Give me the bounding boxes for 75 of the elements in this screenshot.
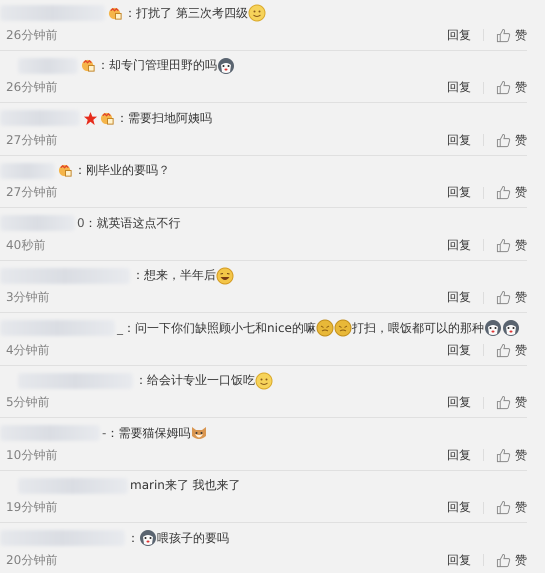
comment-text: ：打扰了 第三次考四级 [124,4,248,22]
blurred-username [18,58,78,74]
comment-text: ：刚毕业的要吗？ [74,162,170,180]
crown-badge-icon [81,58,96,74]
dog-face-icon [484,319,502,338]
like-button[interactable]: 赞 [496,552,527,569]
thumbs-up-icon [496,238,511,253]
username-fragment: 0 [77,216,85,230]
comment-text: ：需要猫保姆吗 [106,424,190,442]
crown-badge-icon [100,110,115,126]
reply-link[interactable]: 回复 [447,394,471,412]
reply-link[interactable]: 回复 [447,552,471,569]
thumbs-up-icon [496,28,511,43]
coin-face-icon [316,319,334,338]
comment-text: ：问一下你们缺照顾小七和nice的嘛 [123,320,316,337]
dog-face-icon [139,529,157,548]
comment-time: 26分钟前 [5,26,58,44]
laughing-face-icon [216,266,234,285]
reply-link[interactable]: 回复 [447,499,471,516]
reply-link[interactable]: 回复 [447,132,471,149]
reply-link[interactable]: 回复 [447,26,471,44]
like-button[interactable]: 赞 [496,79,527,96]
comment-time: 20分钟前 [5,552,58,569]
comment-text: marin来了 我也来了 [130,477,241,494]
like-button[interactable]: 赞 [496,184,527,202]
comment-time: 5分钟前 [5,394,50,412]
comment-time: 10分钟前 [5,446,58,464]
like-button[interactable]: 赞 [496,394,527,412]
thumbs-up-icon [496,132,511,148]
comment-text: 打扫，喂饭都可以的那种 [352,320,484,337]
thumbs-up-icon [496,80,511,96]
comment-text: ：却专门管理田野的吗 [97,57,217,74]
thumbs-up-icon [496,185,511,200]
thumbs-up-icon [496,290,511,306]
smiley-icon [255,372,273,390]
username-fragment: - [102,426,106,440]
comment-text: ：就英语这点不行 [84,214,181,232]
thumbs-up-icon [496,395,511,410]
like-button[interactable]: 赞 [496,499,527,516]
like-button[interactable]: 赞 [496,132,527,149]
reply-link[interactable]: 回复 [447,342,471,359]
smiley-icon [248,4,266,22]
reply-link[interactable]: 回复 [447,446,471,464]
like-button[interactable]: 赞 [496,289,527,306]
dog-face-icon [502,319,520,338]
reply-link[interactable]: 回复 [447,184,471,202]
like-button[interactable]: 赞 [496,342,527,359]
like-button[interactable]: 赞 [496,446,527,464]
coin-face-icon [334,319,352,338]
star-icon [83,110,98,126]
reply-link[interactable]: 回复 [447,236,471,254]
like-button[interactable]: 赞 [496,26,527,44]
username-fragment: _ [117,321,123,336]
comment-time: 27分钟前 [5,184,58,202]
comment-text: 喂孩子的要吗 [157,530,229,547]
comment-time: 4分钟前 [5,342,50,359]
comment-time: 26分钟前 [5,79,58,96]
crown-badge-icon [58,163,73,178]
crown-badge-icon [108,6,123,21]
comment-text: ：给会计专业一口饭吃 [135,372,255,390]
comment-time: 27分钟前 [5,132,58,149]
thumbs-up-icon [496,552,511,568]
comment-text: ：需要扫地阿姨吗 [116,110,212,127]
reply-link[interactable]: 回复 [447,79,471,96]
comment-time: 19分钟前 [5,499,58,516]
reply-link[interactable]: 回复 [447,289,471,306]
comment-time: 3分钟前 [5,289,50,306]
thumbs-up-icon [496,342,511,358]
dog-face-icon [217,56,235,75]
thumbs-up-icon [496,448,511,463]
like-button[interactable]: 赞 [496,236,527,254]
comment-time: 40秒前 [5,236,46,254]
comment-text: ： [127,530,139,547]
comment-text: ：想来，半年后 [132,267,216,284]
thumbs-up-icon [496,500,511,516]
